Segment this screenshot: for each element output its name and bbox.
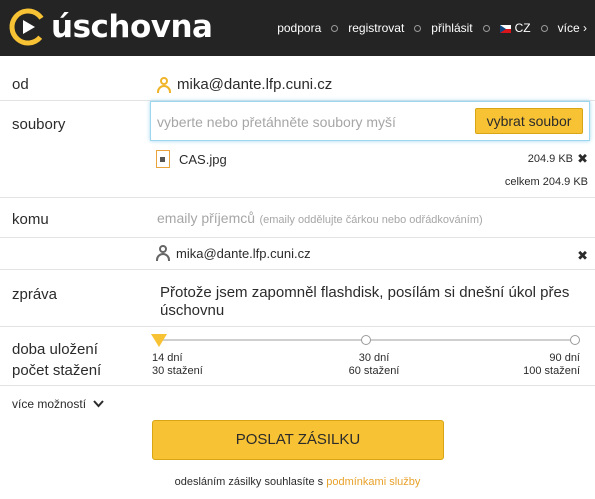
from-label: od [12,76,29,93]
message-textarea[interactable]: Přotože jsem zapomněl flashdisk, posílám… [160,284,580,320]
nav-separator-icon [331,24,339,32]
recipients-input[interactable]: emaily příjemců (emaily oddělujte čárkou… [157,210,483,228]
nav-separator-icon [482,24,490,32]
nav-more-label: více [557,21,580,35]
files-label: soubory [12,116,66,133]
terms-link[interactable]: podmínkami služby [326,476,420,488]
download-count-label: počet stažení [12,362,102,379]
logo-text: úschovna [51,9,213,45]
option-days: 14 dní [152,352,183,364]
nav-register-link[interactable]: registrovat [348,21,404,35]
option-days: 90 dní [549,352,580,364]
files-total-size: celkem 204.9 KB [504,176,588,188]
chevron-down-icon [93,400,105,408]
option-downloads: 60 stažení [348,365,400,377]
option-days: 30 dní [358,352,390,364]
remove-recipient-icon[interactable]: ✖ [577,249,588,262]
to-label: komu [12,211,49,228]
recipients-placeholder: emaily příjemců [157,210,256,226]
send-button[interactable]: POSLAT ZÁSILKU [152,420,444,460]
nav-support-link[interactable]: podpora [277,21,321,35]
logo[interactable]: úschovna [8,7,213,47]
top-nav: podpora registrovat přihlásit CZ více › [277,0,587,56]
nav-login-link[interactable]: přihlásit [431,21,472,35]
terms-prefix: odesláním zásilky souhlasíte s [174,476,324,488]
user-icon [157,76,171,93]
from-row: od mika@dante.lfp.cuni.cz [0,56,595,101]
option-downloads: 100 stažení [523,365,580,377]
file-name: CAS.jpg [179,152,227,167]
user-icon [156,245,170,261]
slider-option-dot[interactable] [570,335,580,345]
language-label: CZ [514,21,531,35]
image-file-icon [156,150,170,168]
sender-email[interactable]: mika@dante.lfp.cuni.cz [157,76,332,93]
to-row: komu emaily příjemců (emaily oddělujte č… [0,198,595,238]
slider-option-label[interactable]: 14 dní 30 stažení [152,352,203,378]
recipient-email: mika@dante.lfp.cuni.cz [176,246,311,261]
storage-labels: doba uložení počet stažení [12,339,101,381]
more-options-label: více možností [12,397,87,411]
slider-option-label[interactable]: 90 dní 100 stažení [523,352,580,378]
select-file-button[interactable]: vybrat soubor [475,108,583,134]
storage-row: doba uložení počet stažení [0,327,595,386]
slider-option-label[interactable]: 30 dní 60 stažení [344,352,404,378]
slider-option-dot[interactable] [361,335,371,345]
nav-more-link[interactable]: více › [558,21,587,35]
storage-duration-label: doba uložení [12,341,98,358]
chevron-right-icon: › [583,21,587,35]
nav-separator-icon [540,24,548,32]
terms-note: odesláním zásilky souhlasíte s podmínkam… [0,476,595,488]
remove-file-icon[interactable]: ✖ [577,152,588,165]
czech-flag-icon [499,25,511,33]
storage-slider-handle[interactable] [151,334,167,347]
logo-play-icon [9,8,47,46]
file-size: 204.9 KB [527,153,573,165]
top-bar: úschovna podpora registrovat přihlásit C… [0,0,595,56]
file-drop-zone[interactable]: vyberte nebo přetáhněte soubory myší vyb… [150,101,590,141]
more-options-toggle[interactable]: více možností [12,397,105,411]
nav-separator-icon [414,24,422,32]
recipient-item: mika@dante.lfp.cuni.cz ✖ [0,238,595,270]
option-downloads: 30 stažení [152,365,203,377]
file-drop-placeholder: vyberte nebo přetáhněte soubory myší [157,114,396,130]
message-row: zpráva Přotože jsem zapomněl flashdisk, … [0,270,595,327]
message-label: zpráva [12,286,58,303]
sender-email-text: mika@dante.lfp.cuni.cz [177,76,333,93]
language-switcher[interactable]: CZ [499,21,531,35]
recipients-hint: (emaily oddělujte čárkou nebo odřádkován… [259,214,483,226]
file-list: CAS.jpg 204.9 KB ✖ celkem 204.9 KB [0,143,595,198]
